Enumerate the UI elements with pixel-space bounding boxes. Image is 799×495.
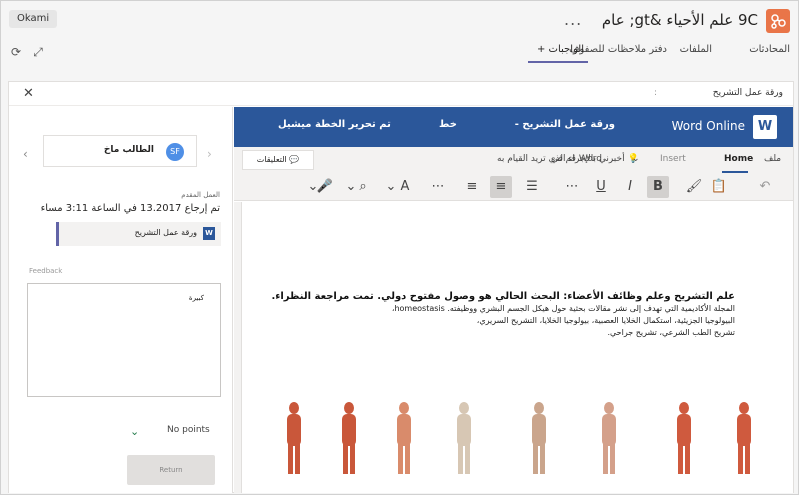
tab-file[interactable]: ملف — [764, 154, 781, 164]
avatar: SF — [166, 143, 184, 161]
document-line: البيولوجيا الجزيئية، استكمال الخلايا الع… — [476, 316, 735, 325]
dictate-icon[interactable]: 🎤 — [314, 176, 336, 198]
tab-files[interactable]: الملفات — [680, 44, 712, 55]
title-separator: خط — [439, 119, 457, 130]
tab-assignments[interactable]: الواجبات + — [537, 44, 584, 55]
close-icon[interactable]: ✕ — [23, 86, 34, 101]
tab-home[interactable]: Home — [724, 154, 753, 164]
open-in-word[interactable]: قم في Word — [551, 154, 602, 164]
document-heading: علم التشريح وعلم وظائف الأعضاء: البحث ال… — [271, 291, 735, 302]
more-icon[interactable]: ⋯ — [427, 176, 449, 198]
student-selector[interactable]: SF الطالب ماخ — [43, 135, 197, 167]
attachment-name: ورقة عمل التشريح — [134, 228, 197, 237]
team-title: 9C علم الأحياء &gt; عام — [601, 11, 758, 29]
bold-icon[interactable]: B — [647, 176, 669, 198]
word-file-icon: W — [203, 227, 215, 240]
find-icon[interactable]: ⌕ — [352, 176, 374, 198]
ribbon-tabs: 💬 التعليقات 💡 أخبرني بالإجراء الذي تريد … — [234, 147, 793, 173]
word-online-brand: Word Online — [671, 119, 745, 133]
student-name: الطالب ماخ — [103, 145, 154, 155]
document-body: علم التشريح وعلم وظائف الأعضاء: البحث ال… — [254, 290, 735, 339]
feedback-text: كبيرة — [188, 294, 204, 302]
undo-icon[interactable]: ↶ — [754, 176, 776, 198]
formatting-toolbar: ⌄ 🎤 ⌄ ⌕ ⌄ A ⋯ ≡ ≡ ☰ ⋯ U I B 🖌 📋 ↶ — [234, 173, 793, 201]
assignment-panel: ✕ : ورقة عمل التشريح ‹ SF الطالب ماخ › ا… — [8, 81, 794, 493]
align-right-icon[interactable]: ≡ — [490, 176, 512, 198]
vertical-scrollbar[interactable] — [234, 202, 242, 493]
anatomy-illustration — [254, 398, 779, 478]
returned-status: تم إرجاع 13.2017 في الساعة 3:11 مساء — [40, 203, 220, 214]
teams-window: Okami ... 9C علم الأحياء &gt; عام ⟳ ⤢ ال… — [0, 0, 799, 495]
submitted-work-label: العمل المقدم — [181, 191, 220, 199]
tab-insert[interactable]: Insert — [660, 154, 686, 164]
return-button[interactable]: Return — [127, 455, 215, 485]
more-icon[interactable]: ⋯ — [561, 176, 583, 198]
styles-icon[interactable]: A — [394, 176, 416, 198]
points-selector[interactable]: No points — [167, 425, 210, 435]
word-online-viewer: تم تحرير الخطة ميشيل خط ورقة عمل التشريح… — [234, 107, 793, 493]
underline-icon[interactable]: U — [590, 176, 612, 198]
comments-button[interactable]: 💬 التعليقات — [242, 150, 314, 170]
edit-status: تم تحرير الخطة ميشيل — [278, 119, 391, 130]
align-left-icon[interactable]: ≡ — [461, 176, 483, 198]
word-title-bar: تم تحرير الخطة ميشيل خط ورقة عمل التشريح… — [234, 107, 793, 147]
next-student-icon[interactable]: › — [207, 147, 212, 161]
feedback-label: Feedback — [29, 267, 63, 275]
paste-icon[interactable]: 📋 — [708, 176, 730, 198]
panel-mark: : — [654, 88, 658, 98]
panel-header: ✕ : ورقة عمل التشريح — [9, 82, 793, 106]
word-logo-icon: W — [753, 115, 777, 139]
header-bar: Okami ... 9C علم الأحياء &gt; عام — [1, 1, 798, 41]
attachment-item[interactable]: W ورقة عمل التشريح — [56, 222, 221, 246]
channel-tabs: المحادثات الملفات دفتر ملاحظات للصفوف ال… — [1, 41, 798, 67]
document-line: المجلة الأكاديمية التي تهدف إلى نشر مقال… — [391, 304, 735, 313]
document-line: تشريح الطب الشرعي، تشريح جراحي. — [607, 328, 735, 337]
org-badge[interactable]: Okami — [9, 10, 58, 28]
document-title[interactable]: ورقة عمل التشريح - — [515, 119, 615, 130]
feedback-input[interactable]: كبيرة — [27, 283, 221, 397]
team-logo-icon — [766, 9, 790, 33]
bullets-icon[interactable]: ☰ — [521, 176, 543, 198]
tab-conversations[interactable]: المحادثات — [749, 44, 790, 55]
document-canvas[interactable]: علم التشريح وعلم وظائف الأعضاء: البحث ال… — [234, 202, 793, 493]
active-tab-indicator — [528, 61, 588, 63]
panel-title: ورقة عمل التشريح — [712, 88, 783, 98]
chevron-down-icon[interactable]: ⌄ — [130, 425, 139, 438]
grading-sidebar: ‹ SF الطالب ماخ › العمل المقدم تم إرجاع … — [9, 107, 233, 493]
italic-icon[interactable]: I — [619, 176, 641, 198]
dropdown-icon[interactable]: ⌄ — [632, 154, 640, 164]
previous-student-icon[interactable]: ‹ — [23, 147, 28, 161]
format-painter-icon[interactable]: 🖌 — [683, 176, 705, 198]
more-options-icon[interactable]: ... — [564, 10, 582, 29]
